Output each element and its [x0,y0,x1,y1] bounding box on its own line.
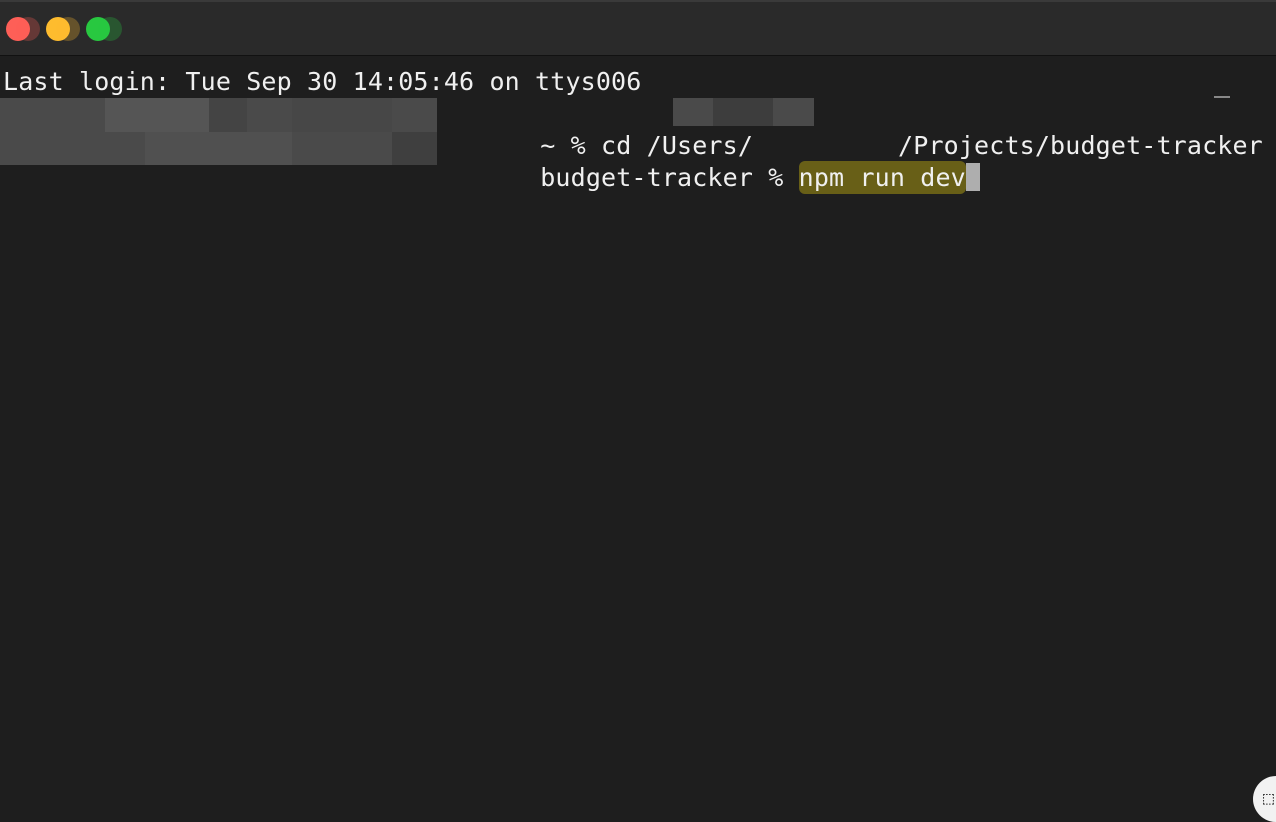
close-button[interactable] [6,17,40,41]
title-bar[interactable] [0,0,1276,56]
scroll-indicator [1214,96,1230,98]
redacted-prompt-block [0,98,437,165]
text-cursor [965,163,980,191]
prompt-label: budget-tracker % [540,163,799,192]
redacted-username-block [673,98,814,126]
typed-command[interactable]: npm run dev [798,161,966,194]
zoom-button[interactable] [86,17,122,41]
terminal-window: Last login: Tue Sep 30 14:05:46 on ttys0… [0,0,1276,822]
current-prompt-line[interactable]: budget-tracker % npm run dev [449,130,980,226]
minimize-button[interactable] [46,17,80,41]
terminal-output[interactable]: Last login: Tue Sep 30 14:05:46 on ttys0… [0,58,1276,822]
login-line: Last login: Tue Sep 30 14:05:46 on ttys0… [3,67,642,96]
